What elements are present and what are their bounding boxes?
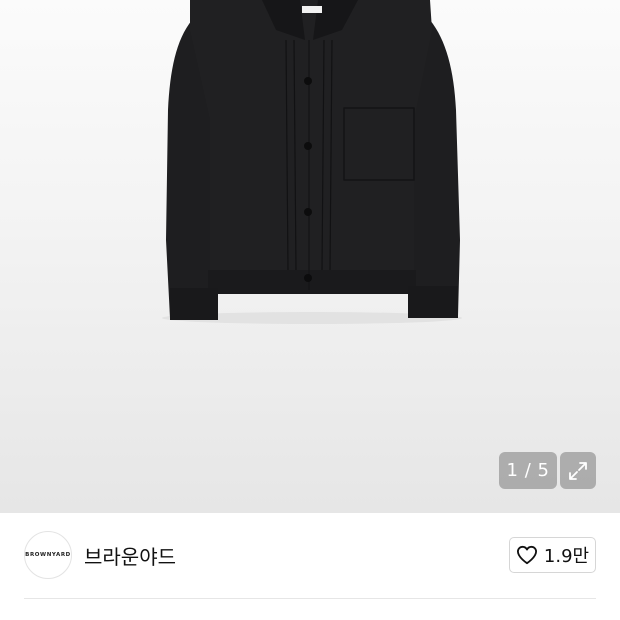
image-counter-total: 5: [537, 460, 550, 481]
divider: [24, 598, 596, 599]
product-image: [162, 0, 462, 324]
like-count: 1.9만: [543, 546, 590, 567]
product-detail-page: 1 / 5 BROWNYARD 브라운야드 1.9만: [0, 0, 620, 620]
brand-logo-text: BROWNYARD: [25, 552, 71, 558]
image-counter-current: 1: [506, 460, 519, 481]
heart-icon: [516, 545, 537, 565]
like-button[interactable]: 1.9만: [509, 537, 596, 573]
brand-name[interactable]: 브라운야드: [84, 541, 176, 570]
expand-icon: [569, 461, 587, 480]
brand-row: BROWNYARD 브라운야드 1.9만: [0, 513, 620, 599]
image-counter-separator: /: [518, 460, 538, 481]
expand-image-button[interactable]: [560, 452, 596, 489]
image-counter: 1 / 5: [499, 452, 557, 489]
brand-logo[interactable]: BROWNYARD: [24, 531, 72, 579]
product-image-gallery[interactable]: 1 / 5: [0, 0, 620, 513]
